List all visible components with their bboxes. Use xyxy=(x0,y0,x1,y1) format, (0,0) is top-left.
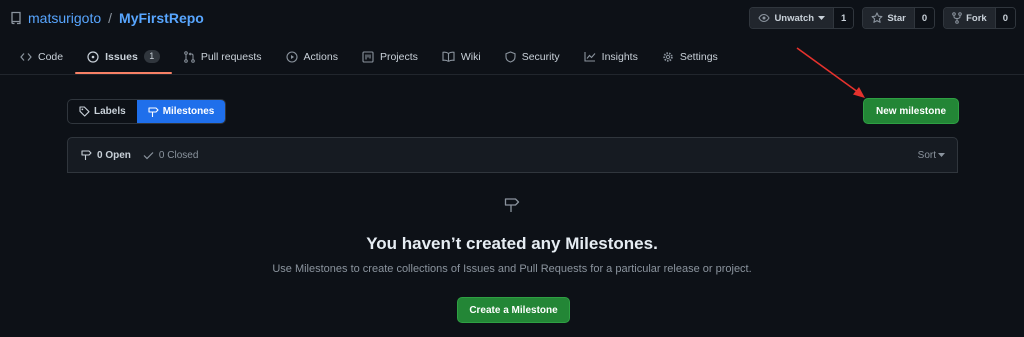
tab-settings-label: Settings xyxy=(679,50,718,63)
tab-pull-requests-label: Pull requests xyxy=(200,50,262,63)
project-icon xyxy=(362,50,374,63)
star-label: Star xyxy=(887,12,906,24)
sort-dropdown[interactable]: Sort xyxy=(918,138,945,172)
watch-button-group: Unwatch 1 xyxy=(749,7,855,29)
tab-actions[interactable]: Actions xyxy=(274,41,350,72)
tab-code-label: Code xyxy=(38,50,64,63)
tab-projects[interactable]: Projects xyxy=(350,41,430,72)
gear-icon xyxy=(662,51,674,63)
repo-name-link[interactable]: MyFirstRepo xyxy=(119,10,204,26)
repo-owner-link[interactable]: matsurigoto xyxy=(28,10,101,26)
tab-wiki[interactable]: Wiki xyxy=(430,41,493,72)
tab-issues-label: Issues xyxy=(105,50,138,63)
milestones-box-header: 0 Open 0 Closed Sort xyxy=(67,137,958,173)
tab-code[interactable]: Code xyxy=(8,41,75,72)
blankslate-description: Use Milestones to create collections of … xyxy=(272,263,752,275)
git-pull-request-icon xyxy=(184,50,195,63)
issue-opened-icon xyxy=(87,50,99,63)
tab-security-label: Security xyxy=(521,50,560,63)
unwatch-button[interactable]: Unwatch xyxy=(750,8,834,28)
tab-settings[interactable]: Settings xyxy=(650,41,730,72)
star-button-group: Star 0 xyxy=(862,7,936,29)
tab-wiki-label: Wiki xyxy=(460,50,481,63)
tab-insights-label: Insights xyxy=(601,50,638,63)
shield-icon xyxy=(505,50,516,63)
blankslate-title: You haven’t created any Milestones. xyxy=(366,234,658,253)
fork-label: Fork xyxy=(966,12,987,24)
play-icon xyxy=(285,50,298,63)
caret-down-icon xyxy=(818,15,826,21)
stargazers-count[interactable]: 0 xyxy=(913,8,935,28)
caret-down-icon xyxy=(938,152,945,158)
milestone-icon xyxy=(148,106,159,118)
milestone-icon xyxy=(81,149,92,161)
subnav-labels-label: Labels xyxy=(94,106,126,117)
issues-counter-badge: 1 xyxy=(143,50,160,63)
open-milestones-filter[interactable]: 0 Open xyxy=(81,149,131,161)
open-milestones-label: 0 Open xyxy=(97,149,131,161)
closed-milestones-label: 0 Closed xyxy=(158,149,199,161)
star-button[interactable]: Star xyxy=(863,8,914,28)
tab-security[interactable]: Security xyxy=(493,41,572,72)
star-icon xyxy=(871,12,883,24)
subnav-labels[interactable]: Labels xyxy=(68,100,137,123)
labels-milestones-subnav: Labels Milestones xyxy=(67,99,227,124)
forks-count[interactable]: 0 xyxy=(994,8,1015,28)
milestone-state-filters: 0 Open 0 Closed xyxy=(81,138,198,172)
tab-projects-label: Projects xyxy=(379,50,418,63)
tag-icon xyxy=(79,106,90,117)
annotation-arrow xyxy=(780,40,870,105)
subnav-milestones[interactable]: Milestones xyxy=(136,100,226,123)
tab-issues[interactable]: Issues 1 xyxy=(75,41,172,74)
code-icon xyxy=(20,52,32,62)
graph-icon xyxy=(584,51,596,62)
fork-button[interactable]: Fork xyxy=(944,8,995,28)
tab-actions-label: Actions xyxy=(303,50,338,63)
check-icon xyxy=(143,151,154,160)
repo-actions: Unwatch 1 Star 0 Fork 0 xyxy=(749,7,1016,29)
eye-icon xyxy=(758,13,771,23)
book-icon xyxy=(442,51,455,62)
create-milestone-button[interactable]: Create a Milestone xyxy=(457,297,570,323)
fork-button-group: Fork 0 xyxy=(943,7,1016,29)
repo-icon xyxy=(10,11,22,25)
unwatch-label: Unwatch xyxy=(774,12,815,24)
milestone-icon xyxy=(504,196,520,213)
tab-pull-requests[interactable]: Pull requests xyxy=(172,41,274,72)
watchers-count[interactable]: 1 xyxy=(833,8,854,28)
new-milestone-button[interactable]: New milestone xyxy=(863,98,959,124)
tab-insights[interactable]: Insights xyxy=(572,41,650,72)
subnav-milestones-label: Milestones xyxy=(162,106,215,117)
closed-milestones-filter[interactable]: 0 Closed xyxy=(143,150,198,161)
sort-label: Sort xyxy=(917,149,936,161)
repo-tabs: Code Issues 1 Pull requests Actions Proj… xyxy=(8,41,730,74)
repo-path-separator: / xyxy=(108,10,113,26)
repo-forked-icon xyxy=(952,12,962,24)
repo-header: matsurigoto / MyFirstRepo xyxy=(10,8,204,28)
tabs-divider xyxy=(0,74,1024,75)
